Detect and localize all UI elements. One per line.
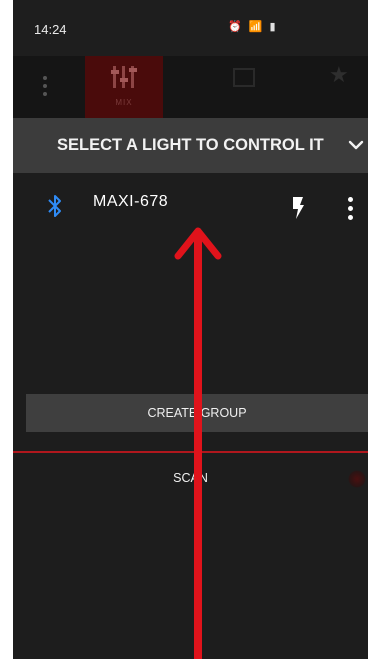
create-group-button[interactable]: CREATE GROUP [26, 394, 368, 432]
bluetooth-icon [48, 195, 61, 217]
device-row[interactable]: MAXI-678 [13, 173, 368, 233]
scan-button[interactable]: SCAN [13, 463, 368, 493]
battery-icon: ▮ [269, 21, 278, 33]
menu-dots-icon[interactable] [40, 68, 50, 104]
phone-screen: 14:24 ⏰ 📶 ▮ MIX ★ SELECT A LIGHT TO CONT… [13, 0, 368, 659]
tab-second[interactable] [203, 56, 283, 118]
header-title: SELECT A LIGHT TO CONTROL IT [57, 136, 324, 154]
select-light-header[interactable]: SELECT A LIGHT TO CONTROL IT [13, 118, 368, 173]
star-icon: ★ [329, 62, 349, 87]
flash-icon[interactable] [292, 197, 304, 219]
scan-indicator-icon [348, 470, 366, 488]
tab-mix-label: MIX [115, 98, 133, 107]
top-navigation: MIX ★ [13, 56, 368, 118]
tab-favorites[interactable]: ★ [305, 56, 368, 118]
status-icons: ⏰ 📶 ▮ [228, 20, 278, 33]
status-time: 14:24 [34, 22, 67, 37]
wifi-icon: 📶 [248, 21, 265, 33]
alarm-icon: ⏰ [228, 21, 244, 33]
status-bar: 14:24 ⏰ 📶 ▮ [13, 0, 368, 56]
square-icon [233, 68, 255, 87]
tab-mix[interactable]: MIX [85, 56, 163, 118]
device-name: MAXI-678 [93, 193, 169, 210]
divider-red [13, 451, 368, 453]
sliders-icon [111, 64, 137, 90]
chevron-down-icon [348, 140, 364, 150]
more-options-icon[interactable] [346, 197, 354, 223]
